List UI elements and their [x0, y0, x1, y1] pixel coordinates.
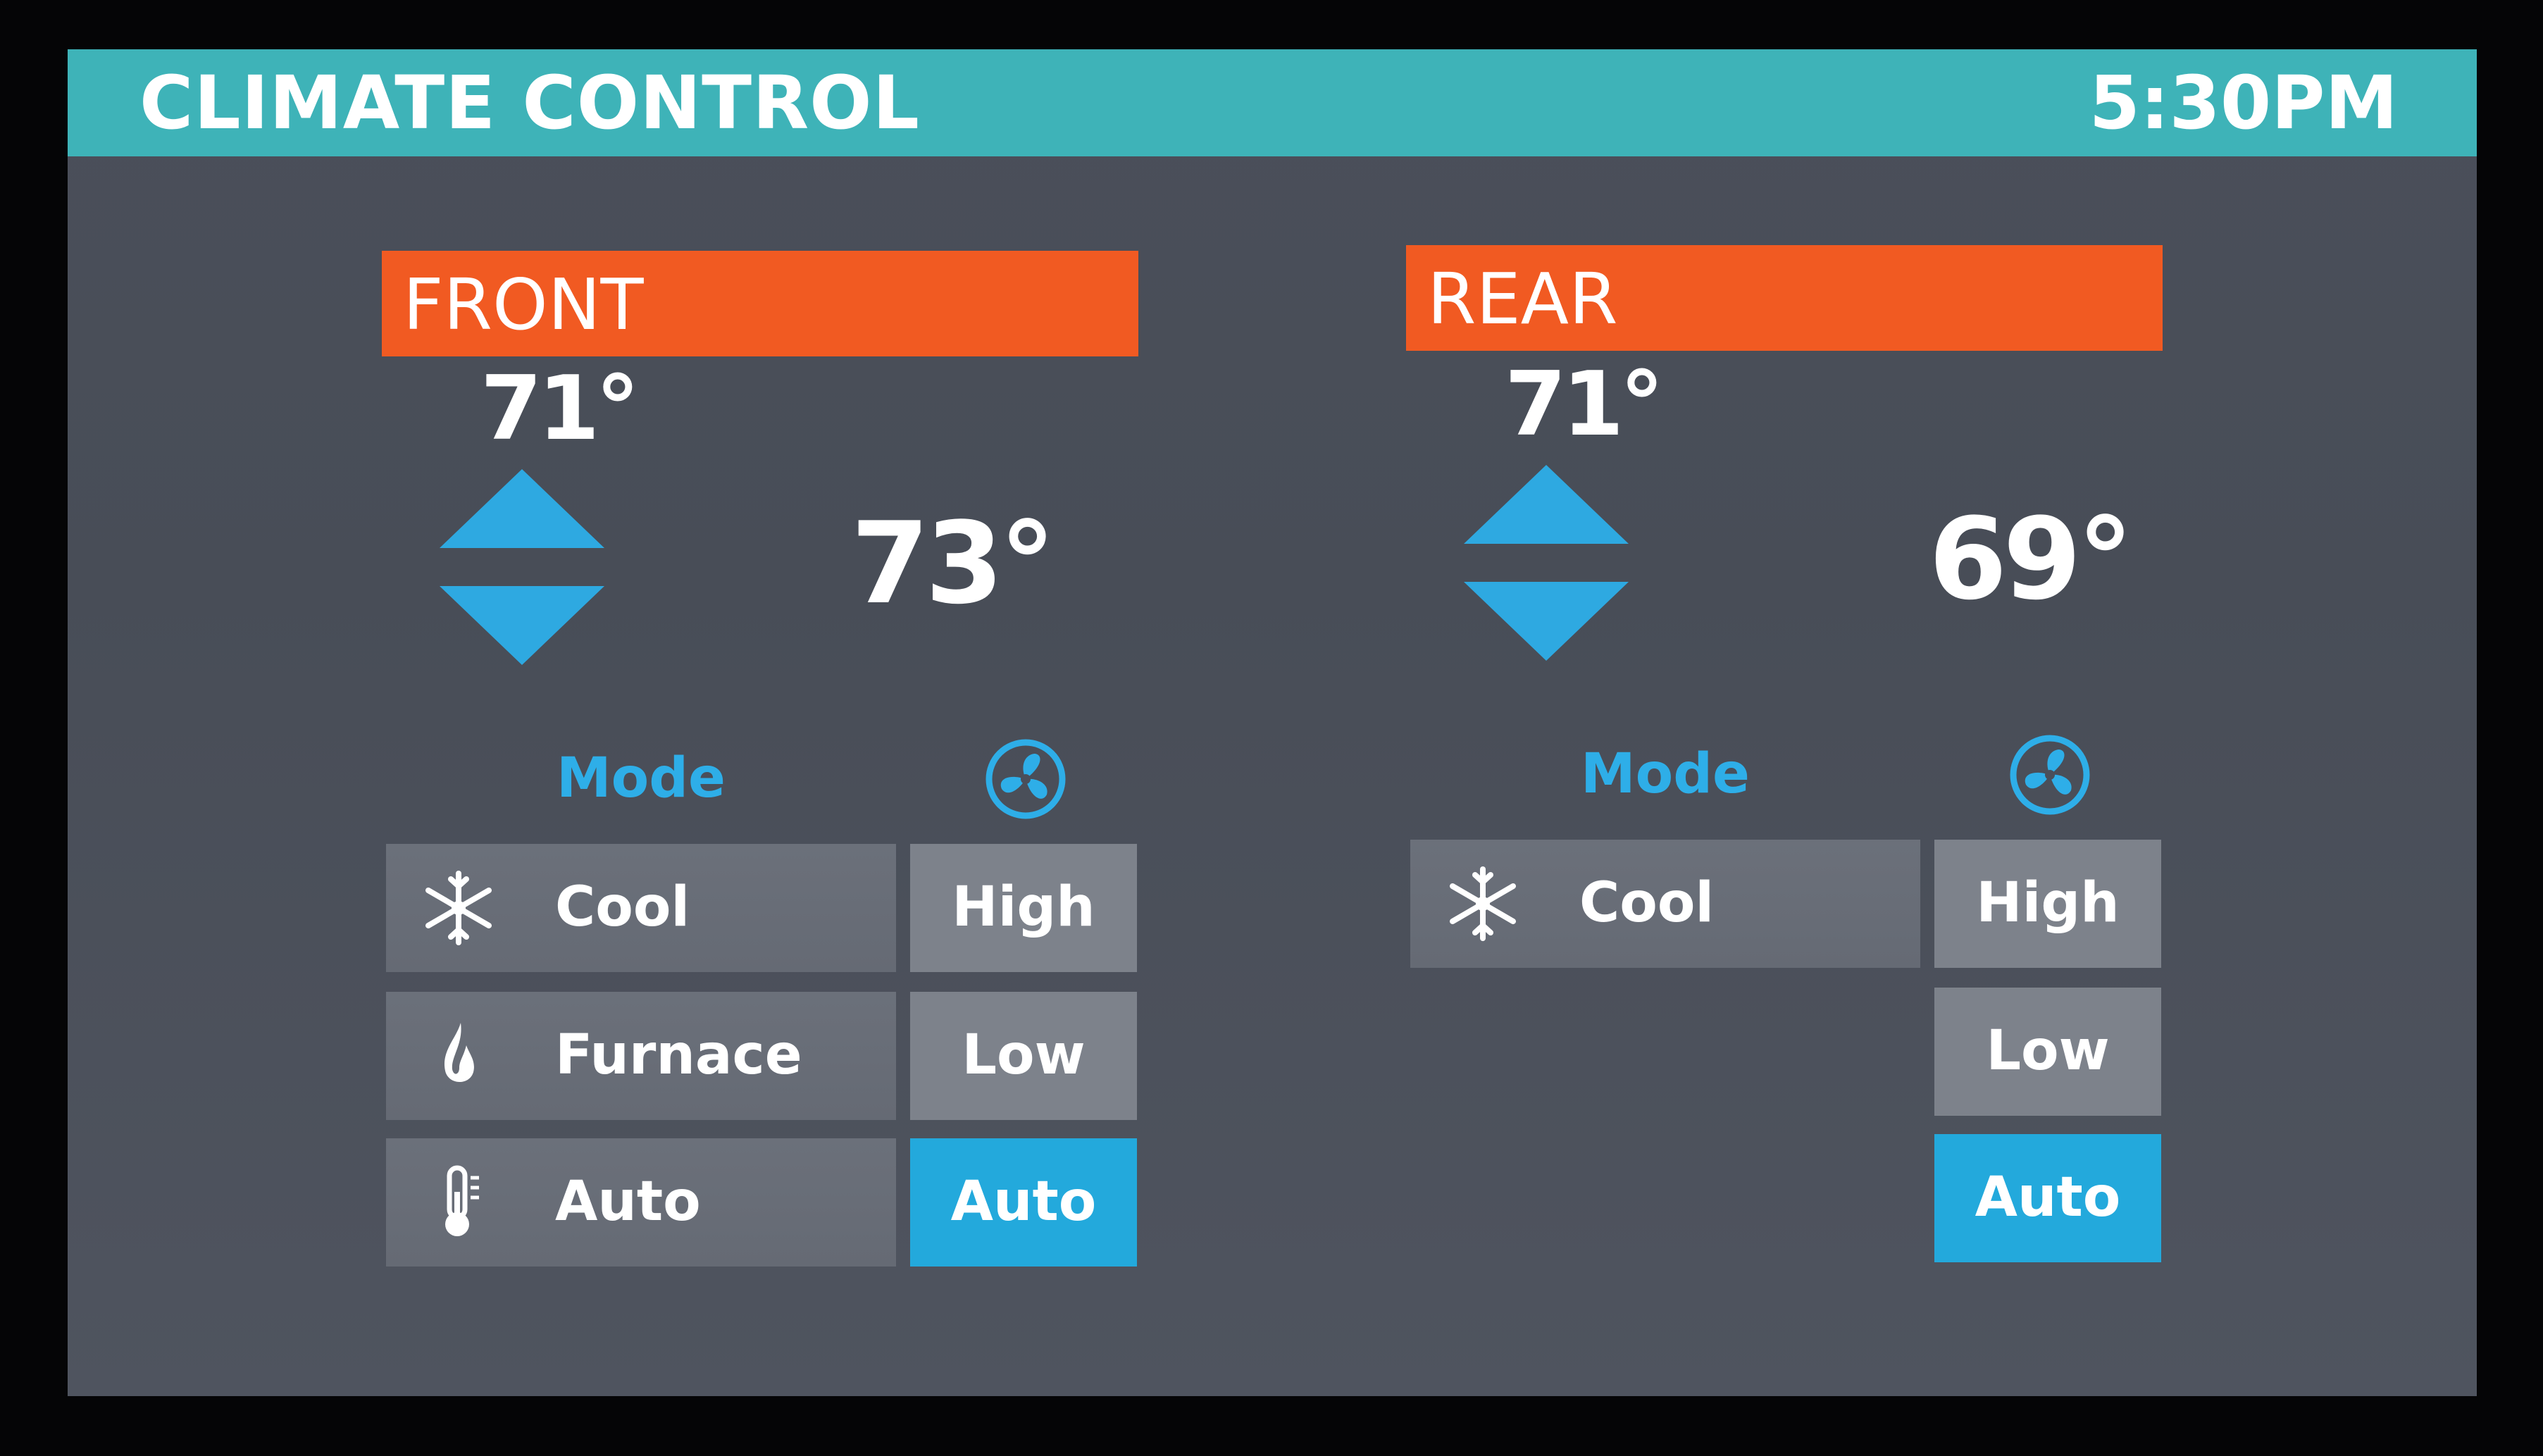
screen: CLIMATE CONTROL 5:30PM FRONT 71° 73° Mod… — [68, 49, 2477, 1396]
front-fan-low-button[interactable]: Low — [910, 992, 1137, 1120]
front-fan-low-label: Low — [962, 1023, 1086, 1087]
rear-fan-low-label: Low — [1986, 1019, 2110, 1083]
rear-setpoint-temperature: 69° — [1929, 493, 2134, 625]
rear-fan-high-button[interactable]: High — [1934, 840, 2161, 968]
front-mode-auto-button[interactable]: Auto — [386, 1138, 896, 1267]
front-zone: FRONT 71° 73° Mode Cool Furnace Auto Hig… — [382, 49, 1157, 1396]
front-mode-furnace-label: Furnace — [555, 1023, 802, 1087]
rear-zone: REAR 71° 69° Mode Cool High Low Auto — [1406, 49, 2181, 1396]
front-fan-auto-button[interactable]: Auto — [910, 1138, 1137, 1267]
front-fan-auto-label: Auto — [950, 1170, 1097, 1233]
snowflake-icon — [425, 871, 492, 945]
rear-zone-label: REAR — [1427, 258, 1618, 340]
front-setpoint-temperature: 73° — [851, 497, 1056, 629]
front-zone-header: FRONT — [382, 251, 1138, 356]
rear-mode-cool-button[interactable]: Cool — [1410, 840, 1920, 968]
flame-icon — [444, 1023, 474, 1083]
rear-current-temperature: 71° — [1505, 352, 1664, 456]
thermometer-icon — [445, 1165, 479, 1236]
rear-fan-icon — [2010, 735, 2090, 815]
front-zone-label: FRONT — [403, 263, 644, 346]
front-mode-auto-label: Auto — [555, 1170, 701, 1233]
front-mode-cool-label: Cool — [555, 876, 690, 939]
front-fan-high-label: High — [952, 876, 1095, 939]
rear-fan-high-label: High — [1976, 871, 2120, 935]
rear-fan-auto-label: Auto — [1975, 1166, 2121, 1229]
rear-fan-auto-button[interactable]: Auto — [1934, 1134, 2161, 1262]
rear-temp-down-arrow-icon[interactable] — [1464, 582, 1629, 661]
front-fan-icon — [986, 739, 1066, 819]
display-bezel: CLIMATE CONTROL 5:30PM FRONT 71° 73° Mod… — [0, 0, 2543, 1456]
front-temp-down-arrow-icon[interactable] — [440, 586, 604, 665]
front-temp-up-arrow-icon[interactable] — [440, 469, 604, 548]
front-mode-cool-button[interactable]: Cool — [386, 844, 896, 972]
front-current-temperature: 71° — [480, 356, 640, 460]
front-fan-high-button[interactable]: High — [910, 844, 1137, 972]
rear-temp-up-arrow-icon[interactable] — [1464, 465, 1629, 544]
rear-fan-low-button[interactable]: Low — [1934, 988, 2161, 1116]
snowflake-icon — [1450, 866, 1516, 941]
rear-mode-title: Mode — [1581, 742, 1750, 806]
front-mode-furnace-button[interactable]: Furnace — [386, 992, 896, 1120]
rear-mode-cool-label: Cool — [1579, 871, 1715, 935]
front-mode-title: Mode — [557, 747, 726, 810]
rear-zone-header: REAR — [1406, 245, 2163, 351]
